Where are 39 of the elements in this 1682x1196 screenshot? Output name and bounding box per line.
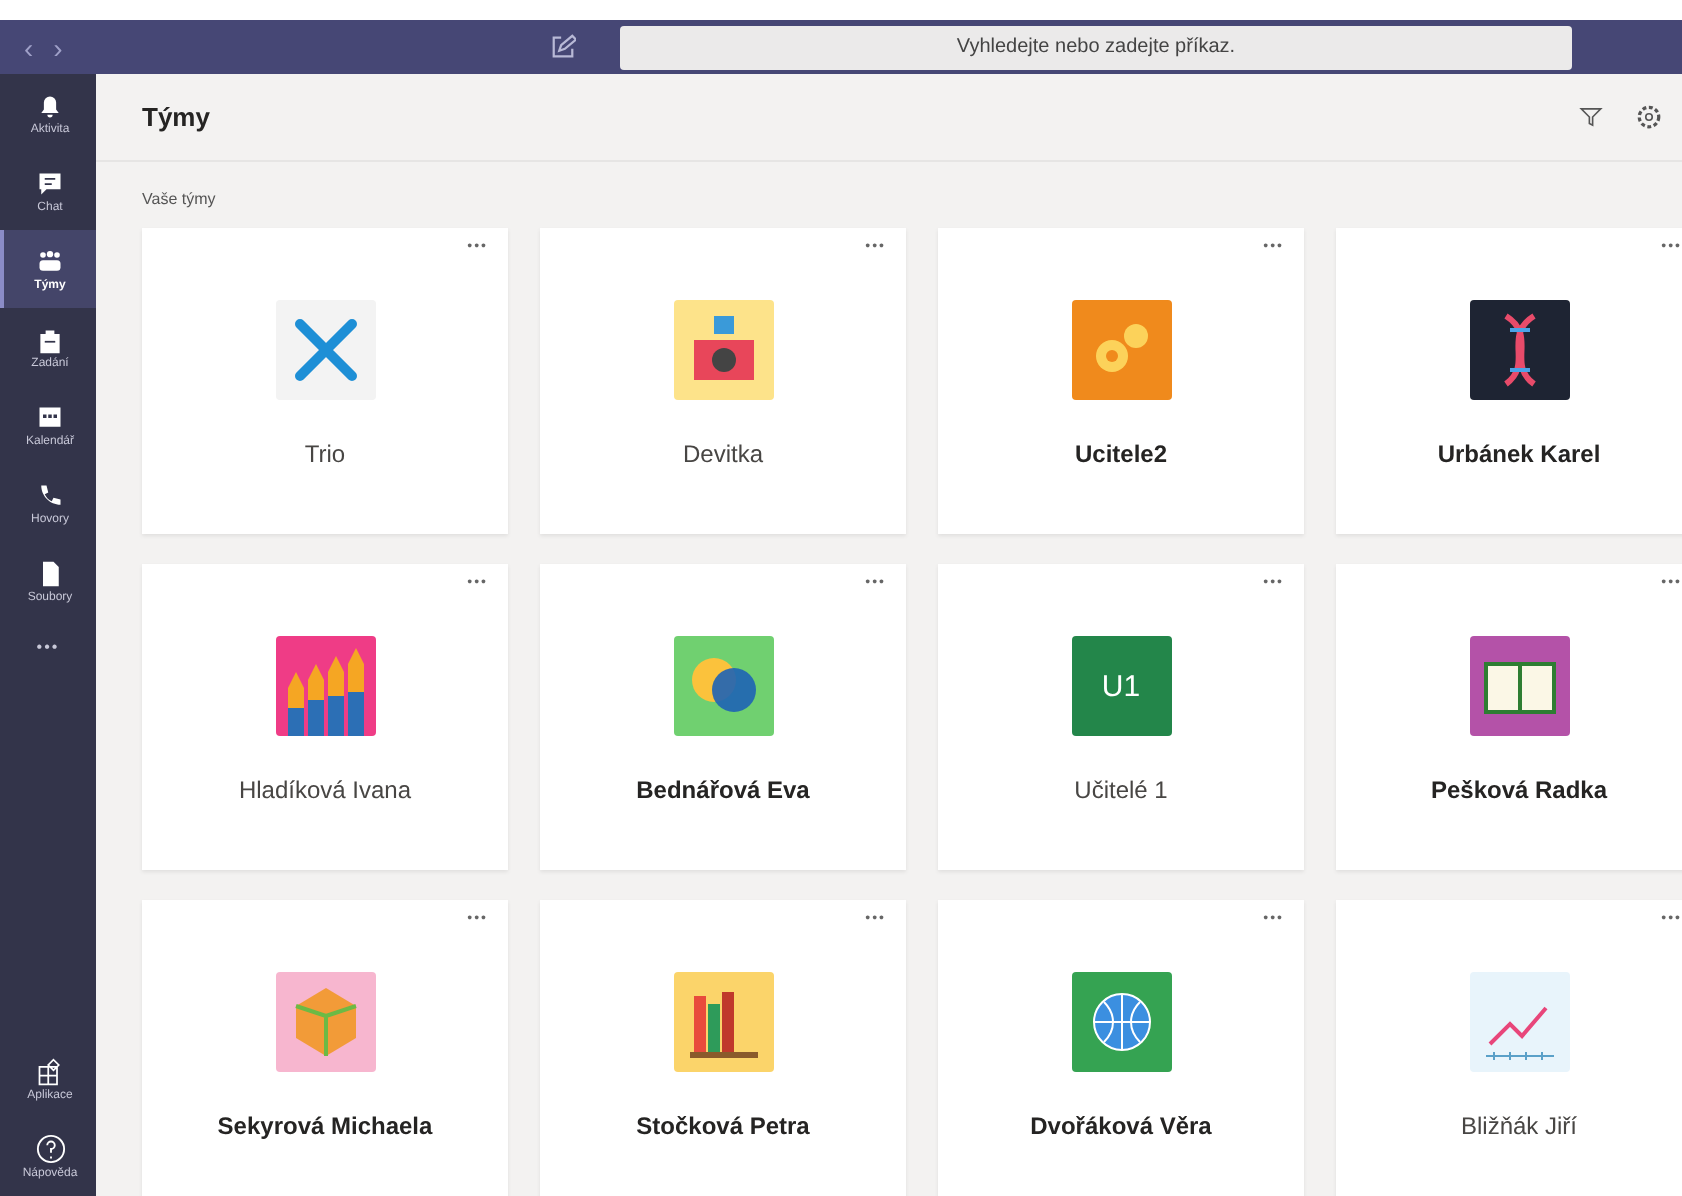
team-logo-icon — [673, 636, 773, 736]
phone-icon — [36, 481, 64, 509]
team-logo-icon — [673, 972, 773, 1072]
team-name: Dvořáková Věra — [1030, 1112, 1212, 1140]
team-name: Pešková Radka — [1430, 776, 1608, 804]
team-name: Ucitele2 — [1074, 440, 1168, 468]
bag-icon — [36, 325, 64, 353]
filter-icon[interactable] — [1578, 104, 1604, 130]
team-name: Urbánek Karel — [1437, 440, 1601, 468]
apps-icon — [36, 1057, 64, 1085]
calendar-icon — [36, 403, 64, 431]
team-logo-icon — [1469, 300, 1569, 400]
search-field[interactable]: Vyhledejte nebo zadejte příkaz. — [620, 25, 1572, 69]
team-name: Hladíková Ivana — [238, 776, 412, 804]
team-logo-icon — [275, 636, 375, 736]
settings-icon[interactable] — [1636, 104, 1662, 130]
team-logo-icon — [1469, 972, 1569, 1072]
team-logo-icon — [275, 972, 375, 1072]
team-name: Bližňák Jiří — [1460, 1112, 1577, 1140]
team-logo-icon — [1071, 300, 1171, 400]
team-logo-icon — [673, 300, 773, 400]
teams-icon — [36, 247, 64, 275]
team-name: Učitelé 1 — [1074, 776, 1168, 804]
chat-icon — [36, 169, 64, 197]
team-name: Bednářová Eva — [636, 776, 810, 804]
team-name: Devitka — [682, 440, 763, 468]
team-logo-icon — [1071, 972, 1171, 1072]
compose-icon[interactable] — [550, 34, 576, 60]
bell-icon — [36, 91, 64, 119]
team-logo-icon — [275, 300, 375, 400]
section-label: Vaše týmy — [140, 188, 218, 212]
team-name: Stočková Petra — [636, 1112, 810, 1140]
more-apps-button[interactable]: ••• — [0, 620, 96, 672]
page-title: Týmy — [142, 102, 212, 132]
team-name: Trio — [304, 440, 346, 468]
team-logo-icon — [1469, 636, 1569, 736]
help-icon — [35, 1134, 65, 1164]
team-avatar: U1 — [1071, 636, 1171, 736]
team-name: Sekyrová Michaela — [217, 1112, 433, 1140]
